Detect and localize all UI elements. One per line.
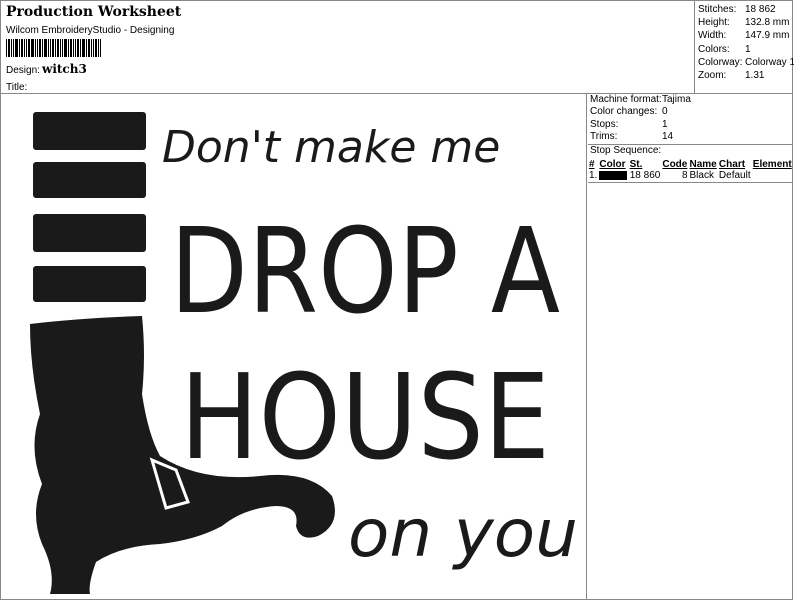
barcode [6,39,102,57]
stat-row: Stitches: 18 862 [698,3,794,16]
stripe [33,112,146,150]
machine-info-row: Color changes: 0 [588,106,793,118]
stat-row: Width: 147.9 mm [698,29,794,42]
machine-info-row: Machine format: Tajima [588,94,793,106]
design-text-line-2: DROP A [170,202,560,340]
stop-sequence-table: # Color St. Code Name Chart Element 1. 18 860 8 B… [588,159,793,183]
cell-element [752,170,793,183]
color-swatch [599,171,628,181]
stat-label: Stitches: [698,4,737,15]
title-label: Title: [6,82,28,93]
design-text-line-4: on you [348,495,578,572]
embroidery-preview: Don't make me DROP A HOUSE on you [30,112,578,594]
stat-value: 132.8 mm [745,17,790,29]
stat-row: Zoom: 1.31 [698,69,794,82]
cell-stitches: 18 860 [629,170,661,182]
table-row: 1. 18 860 8 Black Default [588,170,793,183]
design-text-line-1: Don't make me [162,122,500,173]
stat-row: Colors: 1 [698,43,794,56]
stripe [33,214,146,252]
info-value: 1 [662,118,668,130]
cell-chart: Default [718,170,751,182]
design-preview: Don't make me DROP A HOUSE on you [0,94,587,600]
stat-value: 18 862 [745,4,776,15]
column-header: Code [662,158,688,170]
stat-value: 1.31 [745,70,765,82]
worksheet-title: Production Worksheet [6,4,182,20]
software-name: Wilcom EmbroideryStudio - Designing [6,25,175,36]
column-header: Name [689,158,717,170]
info-value: 0 [662,106,668,118]
stop-sequence-label: Stop Sequence: [590,144,662,156]
stat-label: Colors: [698,43,730,55]
info-label: Stops: [590,118,619,130]
stocking-stripes [33,112,146,302]
cell-code: 8 [681,170,688,182]
design-label: Design: [6,65,40,76]
design-stats: Stitches: 18 862 Height: 132.8 mm Width: 147.… [695,0,794,94]
stat-row: Height: 132.8 mm [698,16,794,29]
stat-label: Height: [698,17,730,29]
column-header: Element [752,158,792,170]
cell-num: 1. [589,170,598,182]
machine-info-row: Stops: 1 [588,119,793,131]
design-text-line-3: HOUSE [180,348,550,486]
stripe [33,162,146,198]
worksheet-header: Production Worksheet Wilcom EmbroiderySt… [0,0,695,94]
column-header: Color [599,158,626,170]
info-label: Machine format: [590,94,662,105]
stat-label: Colorway: [698,56,743,68]
info-label: Color changes: [590,106,658,118]
stripe [33,266,146,302]
design-name: witch3 [42,62,87,76]
column-header: # [589,158,595,170]
machine-info-panel: Machine format: Tajima Color changes: 0 Stop… [588,94,793,183]
column-header: St. [629,158,643,170]
cell-color [598,170,628,183]
stat-label: Width: [698,30,727,42]
stat-value: Colorway 1 [745,56,794,68]
stat-value: 147.9 mm [745,30,790,42]
stat-value: 1 [745,43,751,55]
stat-label: Zoom: [698,70,727,82]
column-header: Chart [718,158,746,170]
info-value: 14 [662,131,674,143]
stat-row: Colorway: Colorway 1 [698,56,794,69]
machine-info-row: Trims: 14 [588,131,793,143]
info-value: Tajima [662,94,691,105]
cell-name: Black [689,170,714,182]
info-label: Trims: [590,131,618,143]
